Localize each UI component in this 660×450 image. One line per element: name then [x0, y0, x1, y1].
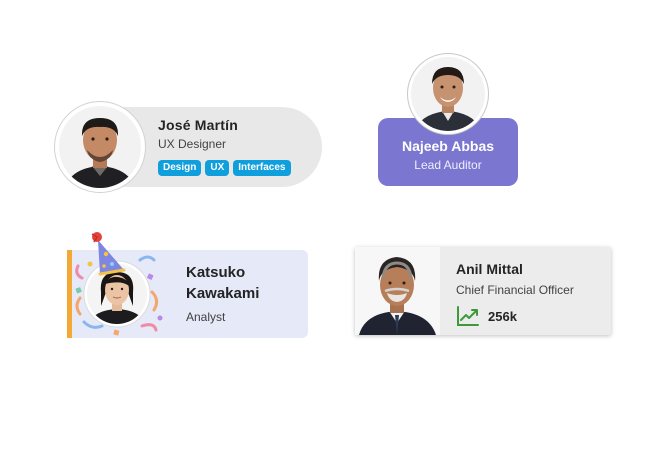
person-name: José Martín	[158, 117, 238, 133]
person-role: Lead Auditor	[414, 158, 482, 172]
stat-row: 256k	[456, 305, 517, 327]
person-photo-icon	[87, 264, 147, 324]
birthday-avatar	[75, 232, 163, 336]
tag-interfaces[interactable]: Interfaces	[233, 160, 291, 176]
person-name: Najeeb Abbas	[401, 138, 495, 154]
person-role: Chief Financial Officer	[456, 283, 574, 297]
person-name: Katsuko Kawakami	[186, 264, 260, 302]
person-photo-icon	[355, 247, 440, 335]
avatar	[355, 247, 440, 335]
profile-card-jose[interactable]: José Martín UX Designer Design UX Interf…	[54, 101, 322, 193]
stat-value: 256k	[488, 308, 517, 324]
avatar	[54, 101, 146, 193]
person-photo-icon	[59, 106, 141, 188]
person-role: Analyst	[186, 310, 226, 324]
profile-card-anil[interactable]: Anil Mittal Chief Financial Officer 256k	[355, 247, 611, 335]
tag-ux[interactable]: UX	[205, 160, 230, 176]
tag-list: Design UX Interfaces	[158, 160, 291, 176]
avatar	[407, 53, 489, 135]
trend-up-icon	[457, 306, 479, 326]
person-photo-icon	[411, 57, 485, 131]
tag-design[interactable]: Design	[158, 160, 202, 176]
person-role: UX Designer	[158, 137, 227, 151]
person-name: Anil Mittal	[456, 261, 523, 277]
